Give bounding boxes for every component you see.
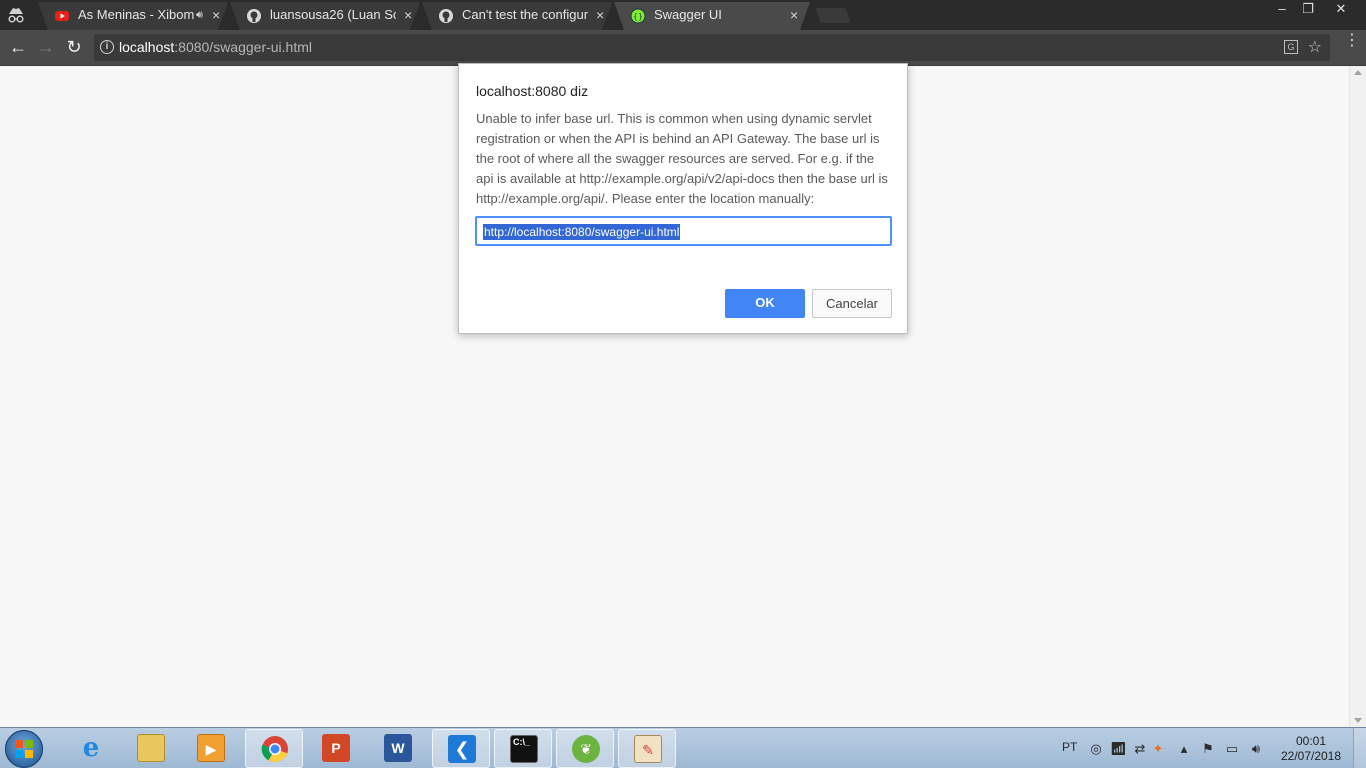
youtube-icon [55, 11, 69, 21]
back-button[interactable]: ← [6, 36, 30, 60]
show-hidden-icons-icon[interactable]: ▴ [1176, 741, 1192, 757]
ok-button[interactable]: OK [725, 289, 805, 318]
network-icon[interactable]: ⇄ [1132, 741, 1148, 757]
browser-toolbar: ← → ↻ i localhost:8080/swagger-ui.html G… [0, 30, 1366, 65]
media-player-icon: ▶ [197, 734, 225, 762]
speaker-icon[interactable]: 🔊︎ [196, 2, 203, 28]
taskbar-command-prompt[interactable]: C:\_ [494, 729, 552, 768]
cancel-button[interactable]: Cancelar [812, 289, 892, 318]
tab-title: luansousa26 (Luan Sousa) [270, 7, 396, 22]
action-center-icon[interactable]: ⚑ [1200, 741, 1216, 757]
dialog-message: Unable to infer base url. This is common… [476, 111, 888, 206]
minimize-button[interactable]: ‒ [1268, 0, 1296, 20]
base-url-input[interactable]: http://localhost:8080/swagger-ui.html [475, 216, 892, 246]
scroll-up-arrow-icon[interactable] [1354, 70, 1362, 75]
volume-icon[interactable]: 🔊︎ [1248, 741, 1264, 757]
clock-date: 22/07/2018 [1280, 749, 1342, 763]
tray-app-icon[interactable]: ◎ [1088, 741, 1104, 757]
taskbar-word[interactable]: W [369, 729, 427, 768]
svg-text:{}: {} [633, 12, 643, 21]
prompt-dialog: localhost:8080 diz Unable to infer base … [458, 63, 908, 334]
close-tab-icon[interactable]: × [212, 2, 220, 28]
close-window-button[interactable]: ✕ [1328, 0, 1354, 20]
swagger-icon: {} [630, 8, 646, 24]
scroll-down-arrow-icon[interactable] [1354, 718, 1362, 723]
tab-swagger-ui[interactable]: {} Swagger UI × [614, 2, 810, 30]
language-indicator[interactable]: PT [1062, 740, 1077, 754]
paint-palette-icon: ✎ [634, 735, 662, 763]
close-tab-icon[interactable]: × [790, 2, 798, 28]
tab-github-issue[interactable]: Can't test the configuration × [422, 2, 612, 30]
translate-icon[interactable]: G [1284, 40, 1298, 54]
incognito-icon [8, 8, 24, 23]
command-prompt-icon: C:\_ [510, 735, 538, 763]
taskbar-clock[interactable]: 00:01 22/07/2018 [1278, 734, 1344, 764]
internet-explorer-icon: e [82, 733, 100, 763]
wifi-icon[interactable]: 📶︎ [1110, 741, 1127, 757]
taskbar-paint[interactable]: ✎ [618, 729, 676, 768]
taskbar-internet-explorer[interactable]: e [62, 729, 120, 768]
taskbar: e ▶ P W ❮ C:\_ ❦ ✎ PT ◎ 📶︎ ⇄ ✦ ▴ ⚑ ▭ 🔊︎ [0, 727, 1366, 768]
folder-icon [137, 734, 165, 762]
taskbar-spring-tool-suite[interactable]: ❦ [556, 729, 614, 768]
tab-youtube[interactable]: As Meninas - Xibom bombom 🔊︎ × [38, 2, 228, 30]
word-icon: W [384, 734, 412, 762]
powerpoint-icon: P [322, 734, 350, 762]
taskbar-powerpoint[interactable]: P [307, 729, 365, 768]
taskbar-file-explorer[interactable] [122, 729, 180, 768]
restore-button[interactable]: ❐ [1294, 0, 1322, 20]
browser-menu-icon[interactable]: ⋮ [1344, 33, 1360, 58]
bookmark-star-icon[interactable]: ☆ [1308, 37, 1322, 57]
show-desktop-button[interactable] [1353, 728, 1366, 768]
forward-button[interactable]: → [34, 36, 58, 60]
close-tab-icon[interactable]: × [596, 2, 604, 28]
taskbar-chrome[interactable] [245, 729, 303, 768]
vscode-icon: ❮ [448, 735, 476, 763]
tab-strip: As Meninas - Xibom bombom 🔊︎ × luansousa… [0, 0, 1366, 30]
tab-title: Can't test the configuration [462, 7, 588, 22]
display-icon[interactable]: ▭ [1224, 741, 1240, 757]
tray-app-icon-2[interactable]: ✦ [1150, 741, 1166, 757]
address-bar[interactable]: i localhost:8080/swagger-ui.html G ☆ [94, 34, 1330, 61]
clock-time: 00:01 [1295, 734, 1327, 748]
url-host: localhost [119, 39, 175, 55]
taskbar-media-player[interactable]: ▶ [182, 729, 240, 768]
start-button[interactable] [5, 730, 43, 768]
spring-leaf-icon: ❦ [572, 735, 600, 763]
info-icon[interactable]: i [100, 40, 114, 54]
chrome-icon [261, 736, 288, 763]
base-url-input-value: http://localhost:8080/swagger-ui.html [483, 224, 681, 240]
github-icon [247, 9, 261, 23]
dialog-title: localhost:8080 diz [476, 83, 589, 99]
taskbar-vscode[interactable]: ❮ [432, 729, 490, 768]
github-icon [439, 9, 453, 23]
new-tab-button[interactable] [815, 8, 851, 23]
close-tab-icon[interactable]: × [404, 2, 412, 28]
reload-button[interactable]: ↻ [62, 36, 86, 60]
tab-title: As Meninas - Xibom bombom [78, 7, 194, 22]
windows-logo-icon [15, 740, 33, 758]
vertical-scrollbar[interactable] [1349, 66, 1366, 727]
tab-github-profile[interactable]: luansousa26 (Luan Sousa) × [230, 2, 420, 30]
tab-title: Swagger UI [654, 7, 722, 22]
url-path: :8080/swagger-ui.html [174, 39, 313, 55]
address-url[interactable]: localhost:8080/swagger-ui.html [119, 39, 312, 55]
